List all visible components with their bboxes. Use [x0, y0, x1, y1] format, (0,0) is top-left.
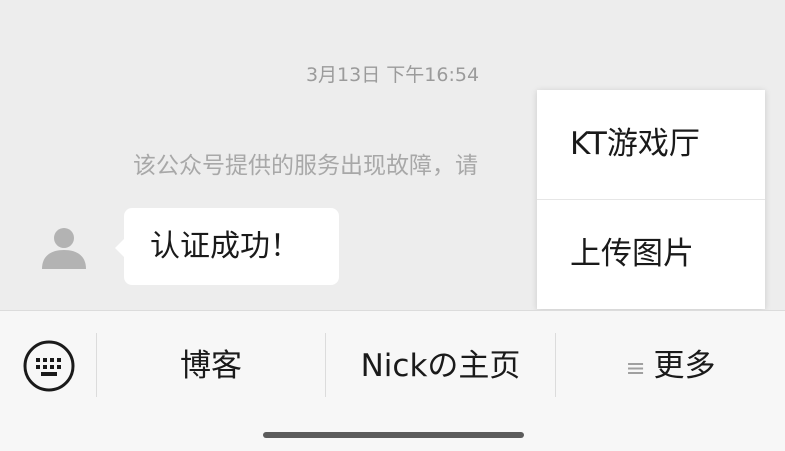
home-indicator[interactable] — [263, 432, 524, 438]
popup-menu: KT游戏厅 上传图片 — [537, 90, 765, 309]
bottom-menu-bar: 博客 Nickの主页 ≡ 更多 — [0, 310, 785, 451]
menu-lines-icon: ≡ — [625, 354, 646, 382]
menu-blog[interactable]: 博客 — [97, 311, 325, 421]
popup-item-upload-image[interactable]: 上传图片 — [537, 200, 765, 309]
menu-more[interactable]: ≡ 更多 — [556, 311, 785, 421]
menu-nick-homepage[interactable]: Nickの主页 — [326, 311, 555, 421]
keyboard-icon — [23, 340, 75, 392]
menu-more-label: 更多 — [653, 348, 716, 384]
keyboard-toggle-button[interactable] — [22, 339, 76, 393]
popup-item-kt-game-hall[interactable]: KT游戏厅 — [537, 90, 765, 199]
message-timestamp: 3月13日 下午16:54 — [305, 64, 480, 86]
system-notice: 该公众号提供的服务出现故障，请 — [133, 153, 478, 179]
user-silhouette-icon — [42, 228, 86, 269]
message-bubble[interactable]: 认证成功！ — [115, 208, 339, 285]
avatar[interactable] — [40, 223, 88, 271]
